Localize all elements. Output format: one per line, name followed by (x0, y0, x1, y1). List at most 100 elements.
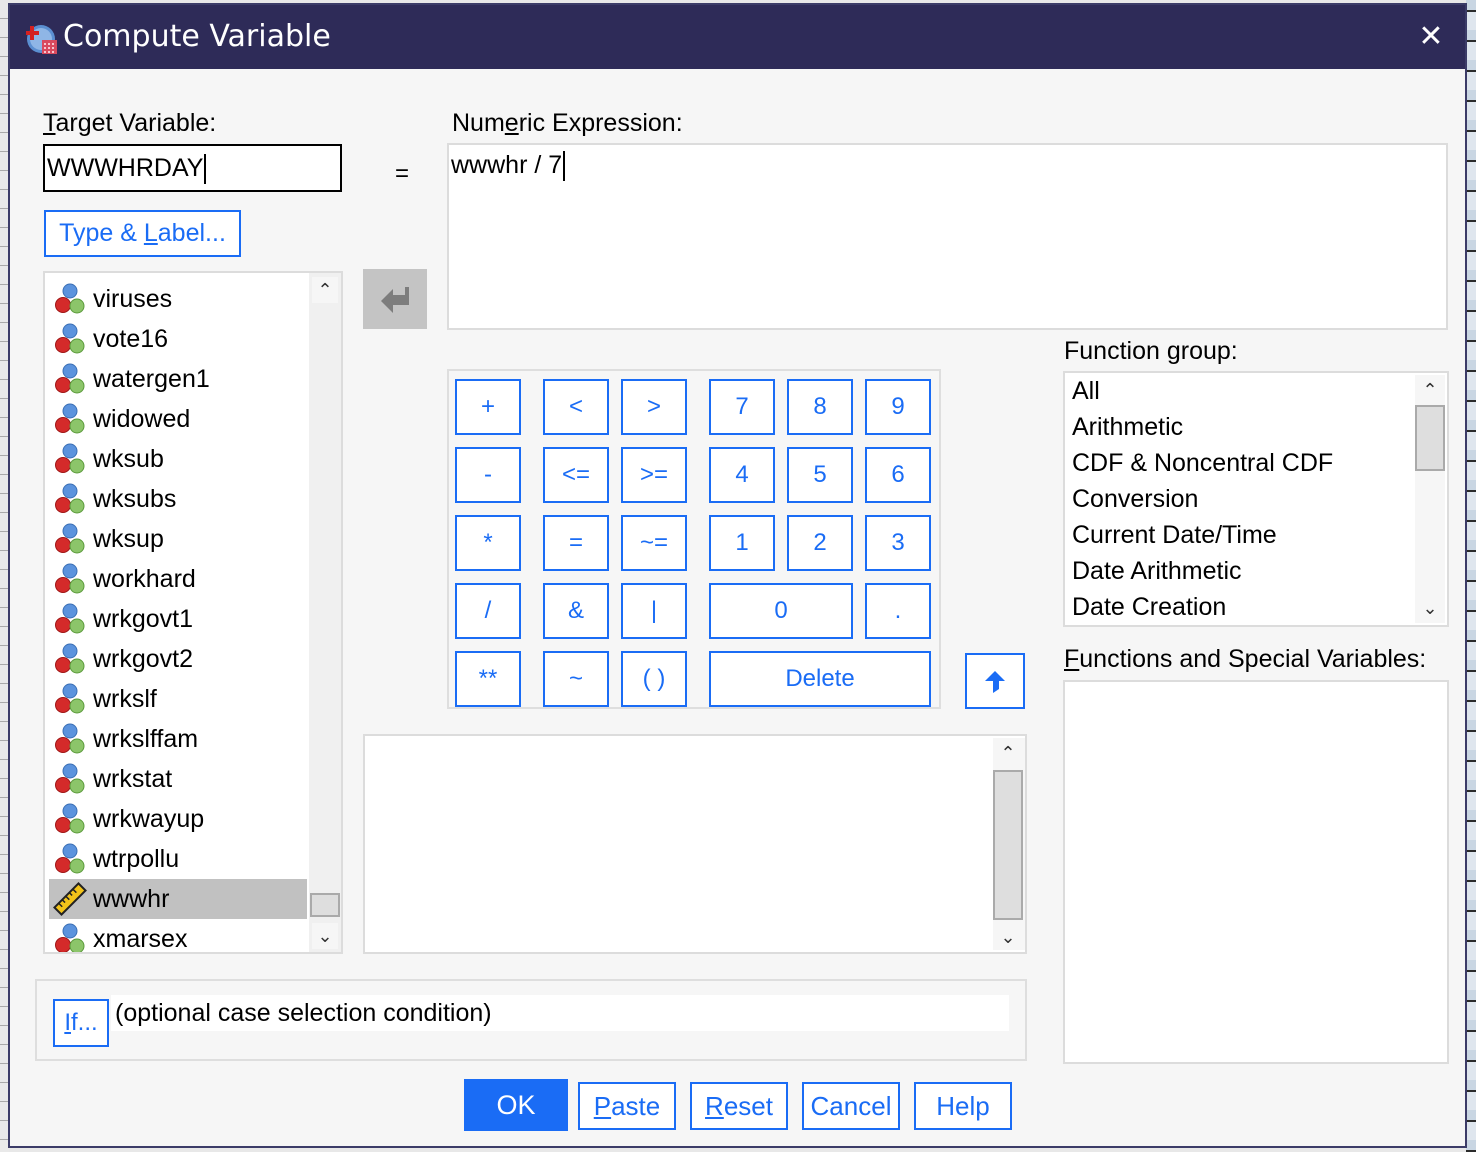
functions-list[interactable] (1063, 680, 1449, 1064)
variable-list-item[interactable]: workhard (49, 559, 307, 599)
variable-list-item[interactable]: wksubs (49, 479, 307, 519)
target-variable-input[interactable]: WWWHRDAY (43, 144, 342, 192)
function-group-list[interactable]: ⌃ ⌄ All Arithmetic CDF & Noncentral CDF Con… (1063, 371, 1449, 627)
nominal-variable-icon (55, 283, 85, 314)
up-arrow-icon (985, 671, 1005, 693)
key-plus[interactable]: + (455, 379, 521, 435)
variable-list-item[interactable]: wrkgovt2 (49, 639, 307, 679)
scrollbar-thumb[interactable] (1415, 405, 1445, 471)
key-not-equal[interactable]: ~= (621, 515, 687, 571)
variable-list-item[interactable]: wtrpollu (49, 839, 307, 879)
variable-list-item[interactable]: widowed (49, 399, 307, 439)
key-power[interactable]: ** (455, 651, 521, 707)
scroll-up-arrow-icon[interactable]: ⌃ (1417, 377, 1443, 403)
scroll-down-arrow-icon[interactable]: ⌄ (1417, 595, 1443, 621)
nominal-variable-icon (55, 523, 85, 554)
key-delete[interactable]: Delete (709, 651, 931, 707)
text-caret (204, 154, 207, 185)
scroll-up-arrow-icon[interactable]: ⌃ (995, 740, 1021, 766)
key-parentheses[interactable]: ( ) (621, 651, 687, 707)
key-0[interactable]: 0 (709, 583, 853, 639)
description-scrollbar[interactable]: ⌃ ⌄ (993, 738, 1025, 950)
scroll-down-arrow-icon[interactable]: ⌄ (995, 924, 1021, 950)
key-2[interactable]: 2 (787, 515, 853, 571)
type-and-label-button[interactable]: Type & Label... (44, 210, 241, 257)
key-multiply[interactable]: * (455, 515, 521, 571)
function-group-item[interactable]: CDF & Noncentral CDF (1072, 449, 1333, 478)
variable-name: wrkslffam (93, 724, 199, 753)
key-5[interactable]: 5 (787, 447, 853, 503)
nominal-variable-icon (55, 403, 85, 434)
function-group-item[interactable]: Date Creation (1072, 593, 1226, 622)
function-group-scrollbar[interactable]: ⌃ ⌄ (1415, 375, 1445, 623)
move-variable-button[interactable] (363, 269, 427, 329)
function-group-item[interactable]: Date Arithmetic (1072, 557, 1242, 586)
title-bar[interactable]: Compute Variable ✕ (10, 5, 1465, 69)
key-1[interactable]: 1 (709, 515, 775, 571)
nominal-variable-icon (55, 643, 85, 674)
key-greater-than[interactable]: > (621, 379, 687, 435)
variable-list-item[interactable]: wrkstat (49, 759, 307, 799)
scroll-down-arrow-icon[interactable]: ⌄ (312, 923, 338, 949)
function-description-box: ⌃ ⌄ (363, 734, 1027, 954)
variable-name: watergen1 (93, 364, 210, 393)
function-group-item[interactable]: Conversion (1072, 485, 1198, 514)
background-app-right-edge (1466, 0, 1476, 1152)
insert-function-button[interactable] (965, 653, 1025, 709)
help-button[interactable]: Help (914, 1082, 1012, 1130)
variable-list-item[interactable]: wksup (49, 519, 307, 559)
key-equal[interactable]: = (543, 515, 609, 571)
key-decimal[interactable]: . (865, 583, 931, 639)
key-less-than[interactable]: < (543, 379, 609, 435)
numeric-expression-label: Numeric Expression: (452, 109, 683, 137)
key-less-equal[interactable]: <= (543, 447, 609, 503)
paste-button[interactable]: Paste (578, 1082, 676, 1130)
ok-button[interactable]: OK (464, 1079, 568, 1131)
scroll-up-arrow-icon[interactable]: ⌃ (312, 277, 338, 303)
function-group-item[interactable]: Current Date/Time (1072, 521, 1277, 550)
if-button[interactable]: If... (53, 999, 109, 1047)
key-8[interactable]: 8 (787, 379, 853, 435)
key-greater-equal[interactable]: >= (621, 447, 687, 503)
key-or[interactable]: | (621, 583, 687, 639)
numeric-expression-input[interactable]: wwwhr / 7 (447, 143, 1448, 330)
variable-list[interactable]: ⌃ ⌄ viruses vote16 watergen1 widowed wksub wk… (43, 271, 343, 954)
dialog-title: Compute Variable (63, 19, 331, 54)
calculator-keypad: + < >7 8 9 - <= >= 4 5 6 * = ~= 1 2 3 /& | 0. ** ~( ) Delete (447, 369, 941, 709)
key-3[interactable]: 3 (865, 515, 931, 571)
variable-list-item[interactable]: xmarsex (49, 919, 307, 952)
key-and[interactable]: & (543, 583, 609, 639)
numeric-expression-value: wwwhr / 7 (451, 151, 563, 179)
variable-list-item[interactable]: wrkgovt1 (49, 599, 307, 639)
variable-list-scrollbar[interactable]: ⌃ ⌄ (309, 273, 341, 952)
function-group-item[interactable]: Arithmetic (1072, 413, 1183, 442)
variable-name: wrkstat (93, 764, 173, 793)
scrollbar-thumb[interactable] (993, 770, 1023, 920)
variable-list-item[interactable]: wwwhr (49, 879, 307, 919)
reset-button[interactable]: Reset (690, 1082, 788, 1130)
variable-name: wksup (93, 524, 164, 553)
key-minus[interactable]: - (455, 447, 521, 503)
close-icon[interactable]: ✕ (1411, 17, 1451, 57)
variable-list-item[interactable]: vote16 (49, 319, 307, 359)
key-6[interactable]: 6 (865, 447, 931, 503)
key-not[interactable]: ~ (543, 651, 609, 707)
variable-list-item[interactable]: viruses (49, 279, 307, 319)
variable-name: wrkwayup (93, 804, 205, 833)
variable-list-item[interactable]: wrkwayup (49, 799, 307, 839)
key-4[interactable]: 4 (709, 447, 775, 503)
variable-list-item[interactable]: watergen1 (49, 359, 307, 399)
key-divide[interactable]: / (455, 583, 521, 639)
compute-variable-dialog: Compute Variable ✕ Target Variable: WWWH… (8, 3, 1467, 1148)
variable-list-item[interactable]: wrkslffam (49, 719, 307, 759)
scrollbar-thumb[interactable] (310, 893, 340, 917)
scale-variable-icon (53, 882, 87, 916)
variable-list-item[interactable]: wrkslf (49, 679, 307, 719)
function-group-item[interactable]: All (1072, 377, 1100, 406)
variable-list-item[interactable]: wksub (49, 439, 307, 479)
cancel-button[interactable]: Cancel (802, 1082, 900, 1130)
nominal-variable-icon (55, 563, 85, 594)
key-9[interactable]: 9 (865, 379, 931, 435)
key-7[interactable]: 7 (709, 379, 775, 435)
variable-name: widowed (93, 404, 191, 433)
